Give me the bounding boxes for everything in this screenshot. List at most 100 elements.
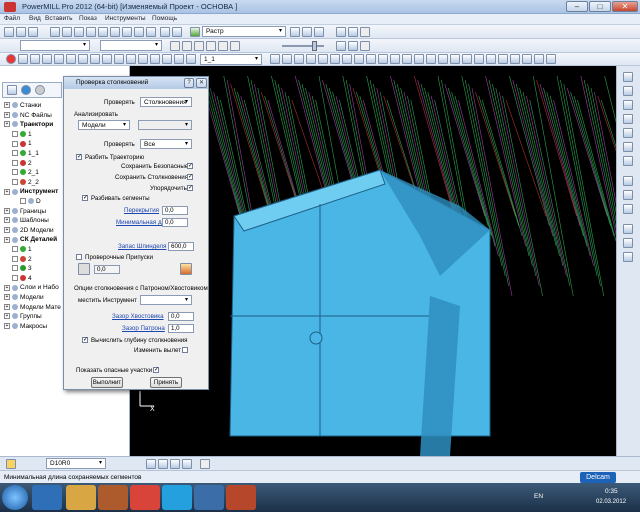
tool-type-icon[interactable] bbox=[6, 459, 16, 469]
shading-2-icon[interactable] bbox=[282, 54, 292, 64]
split-toolpath-checkbox[interactable]: ✓ bbox=[76, 154, 82, 160]
tree-item[interactable]: + Группы bbox=[4, 313, 42, 320]
menu-insert[interactable]: Вставить bbox=[45, 15, 73, 22]
view-5-icon[interactable] bbox=[66, 54, 76, 64]
tree-item[interactable]: + Макросы bbox=[4, 323, 47, 330]
view-10-icon[interactable] bbox=[126, 54, 136, 64]
step-forward-icon[interactable] bbox=[206, 41, 216, 51]
minimize-button[interactable]: – bbox=[566, 1, 588, 12]
check-allowances-checkbox[interactable] bbox=[76, 254, 82, 260]
holder-clearance-input[interactable]: 1,0 bbox=[168, 324, 194, 333]
view-14-icon[interactable] bbox=[174, 54, 184, 64]
expand-icon[interactable] bbox=[12, 265, 18, 272]
tree-item[interactable]: + Инструмент bbox=[4, 188, 58, 195]
tool-shade-icon[interactable] bbox=[170, 459, 180, 469]
clock-time[interactable]: 0:35 bbox=[605, 488, 618, 495]
overlap-input[interactable]: 0,0 bbox=[162, 206, 188, 215]
globe-tab-icon[interactable] bbox=[21, 85, 31, 95]
simulation-tool-combo[interactable]: ▾ bbox=[100, 40, 162, 51]
explorer-taskbar-icon[interactable] bbox=[66, 485, 96, 510]
split-segments-checkbox[interactable]: ✓ bbox=[82, 195, 88, 201]
tree-item[interactable]: + Модели Мате bbox=[4, 304, 61, 311]
tree-item[interactable]: + Шаблоны bbox=[4, 217, 49, 224]
expand-icon[interactable] bbox=[12, 150, 18, 157]
rotate-icon[interactable] bbox=[336, 27, 346, 37]
play-icon[interactable] bbox=[170, 41, 180, 51]
view-9-icon[interactable] bbox=[114, 54, 124, 64]
shading-3-icon[interactable] bbox=[294, 54, 304, 64]
tree-item[interactable]: + Границы bbox=[4, 208, 46, 215]
tree-item[interactable]: + Модели bbox=[4, 294, 44, 301]
edit-strategy-icon[interactable] bbox=[290, 27, 300, 37]
tree-item[interactable]: + Траектори bbox=[4, 121, 53, 128]
tree-item[interactable]: + СК Деталей bbox=[4, 236, 57, 243]
tree-item[interactable]: +2D Модели bbox=[4, 227, 54, 234]
change-overhang-checkbox[interactable] bbox=[182, 347, 188, 353]
powermill-taskbar-icon[interactable] bbox=[194, 485, 224, 510]
shading-23-icon[interactable] bbox=[534, 54, 544, 64]
feeds-icon[interactable] bbox=[74, 27, 84, 37]
menu-file[interactable]: Файл bbox=[4, 15, 20, 22]
view-back-icon[interactable] bbox=[623, 142, 633, 152]
zoom-out-icon[interactable] bbox=[623, 204, 633, 214]
ie-taskbar-icon[interactable] bbox=[32, 485, 62, 510]
apply-button[interactable]: Выполнит bbox=[91, 377, 123, 388]
view-15-icon[interactable] bbox=[186, 54, 196, 64]
zoom-in-icon[interactable] bbox=[623, 190, 633, 200]
shading-8-icon[interactable] bbox=[354, 54, 364, 64]
view-4-icon[interactable] bbox=[54, 54, 64, 64]
tree-item[interactable]: 2_2 bbox=[12, 179, 39, 186]
skype-taskbar-icon[interactable] bbox=[162, 485, 192, 510]
menu-display[interactable]: Показ bbox=[79, 15, 97, 22]
tree-item[interactable]: 1 bbox=[12, 131, 32, 138]
language-indicator[interactable]: EN bbox=[534, 493, 543, 500]
close-button[interactable]: ✕ bbox=[612, 1, 638, 12]
strategy-icon[interactable] bbox=[160, 27, 170, 37]
tree-item[interactable]: 2_1 bbox=[12, 169, 39, 176]
shading-17-icon[interactable] bbox=[462, 54, 472, 64]
boundary-icon[interactable] bbox=[98, 27, 108, 37]
tree-item[interactable]: 4 bbox=[12, 275, 32, 282]
step-back-icon[interactable] bbox=[194, 41, 204, 51]
tool-icon[interactable] bbox=[86, 27, 96, 37]
pattern-icon[interactable] bbox=[110, 27, 120, 37]
tree-tab-icon[interactable] bbox=[7, 85, 17, 95]
check-type-select[interactable]: Столкновения ▾ bbox=[140, 97, 192, 107]
view-8-icon[interactable] bbox=[102, 54, 112, 64]
view-3-icon[interactable] bbox=[42, 54, 52, 64]
view-right-icon[interactable] bbox=[623, 114, 633, 124]
rewind-icon[interactable] bbox=[218, 41, 228, 51]
view-top-icon[interactable] bbox=[623, 86, 633, 96]
shading-13-icon[interactable] bbox=[414, 54, 424, 64]
clock-date[interactable]: 02.03.2012 bbox=[596, 499, 626, 505]
block-icon[interactable] bbox=[50, 27, 60, 37]
leads-icon[interactable] bbox=[134, 27, 144, 37]
expand-icon[interactable]: + bbox=[4, 323, 10, 330]
shading-5-icon[interactable] bbox=[318, 54, 328, 64]
tree-item[interactable]: 1 bbox=[12, 246, 32, 253]
wireframe-icon[interactable] bbox=[623, 238, 633, 248]
menu-view[interactable]: Вид bbox=[29, 15, 41, 22]
expand-icon[interactable]: + bbox=[4, 217, 10, 224]
help-button[interactable]: ? bbox=[184, 78, 194, 88]
shading-19-icon[interactable] bbox=[486, 54, 496, 64]
simulate-icon[interactable] bbox=[146, 27, 156, 37]
expand-icon[interactable]: + bbox=[4, 227, 10, 234]
view-6-icon[interactable] bbox=[78, 54, 88, 64]
expand-icon[interactable]: + bbox=[4, 313, 10, 320]
view-iso-icon[interactable] bbox=[623, 72, 633, 82]
shading-22-icon[interactable] bbox=[522, 54, 532, 64]
end-icon[interactable] bbox=[230, 41, 240, 51]
view-11-icon[interactable] bbox=[138, 54, 148, 64]
analyze-select[interactable]: Модели ▾ bbox=[78, 120, 130, 130]
shading-6-icon[interactable] bbox=[330, 54, 340, 64]
tree-item[interactable]: 2 bbox=[12, 256, 32, 263]
expand-icon[interactable] bbox=[12, 255, 18, 262]
level-combo[interactable]: 1_1 ▾ bbox=[200, 54, 262, 65]
expand-icon[interactable]: + bbox=[4, 236, 10, 243]
view-12-icon[interactable] bbox=[150, 54, 160, 64]
simulation-view-icon[interactable] bbox=[348, 41, 358, 51]
chrome-taskbar-icon[interactable] bbox=[130, 485, 160, 510]
tree-item[interactable]: + NC Файлы bbox=[4, 112, 52, 119]
shading-7-icon[interactable] bbox=[342, 54, 352, 64]
